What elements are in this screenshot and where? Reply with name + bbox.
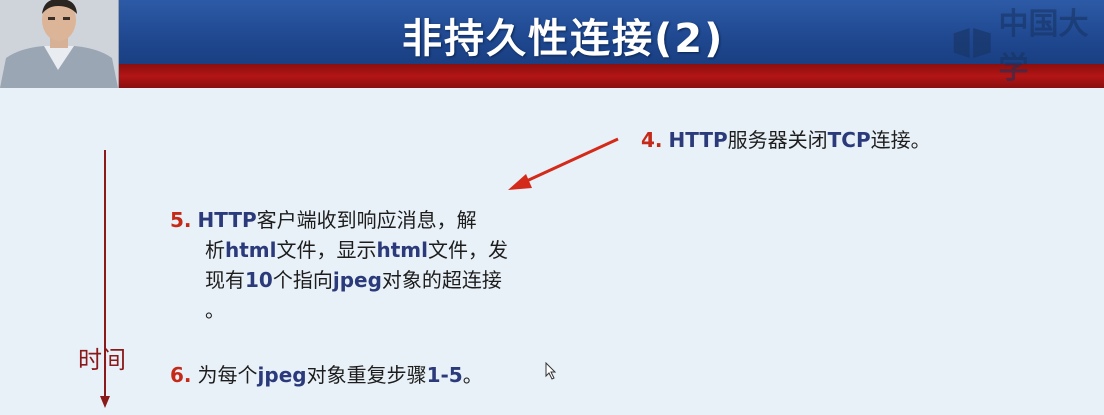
- time-axis-label: 时间: [78, 346, 126, 374]
- step-5-line-3: 现有10个指向jpeg对象的超连接: [205, 268, 502, 292]
- red-arrow-icon: [508, 137, 619, 190]
- slide-title: 非持久性连接(2): [402, 16, 725, 62]
- step-number: 6.: [170, 363, 192, 387]
- step-5: 5. HTTP客户端收到响应消息，解 析html文件，显示html文件，发 现有1…: [170, 205, 508, 325]
- university-logo: 中国大学: [952, 7, 1104, 86]
- mouse-cursor-icon: [545, 362, 557, 380]
- step-5-line-1: 5. HTTP客户端收到响应消息，解: [170, 208, 477, 232]
- step-4: 4. HTTP服务器关闭TCP连接。: [641, 128, 931, 152]
- slide-header-red-band: [0, 64, 1104, 88]
- presenter-webcam-video: [0, 0, 119, 88]
- logo-text: 中国大学: [998, 7, 1089, 86]
- step-5-line-4: 。: [205, 298, 225, 322]
- presenter-image: [0, 0, 118, 88]
- step-number: 5.: [170, 208, 192, 232]
- book-logo-icon: [953, 28, 991, 58]
- step-number: 4.: [641, 128, 663, 152]
- step-5-line-2: 析html文件，显示html文件，发: [205, 238, 508, 262]
- step-6: 6. 为每个jpeg对象重复步骤1-5。: [170, 363, 483, 387]
